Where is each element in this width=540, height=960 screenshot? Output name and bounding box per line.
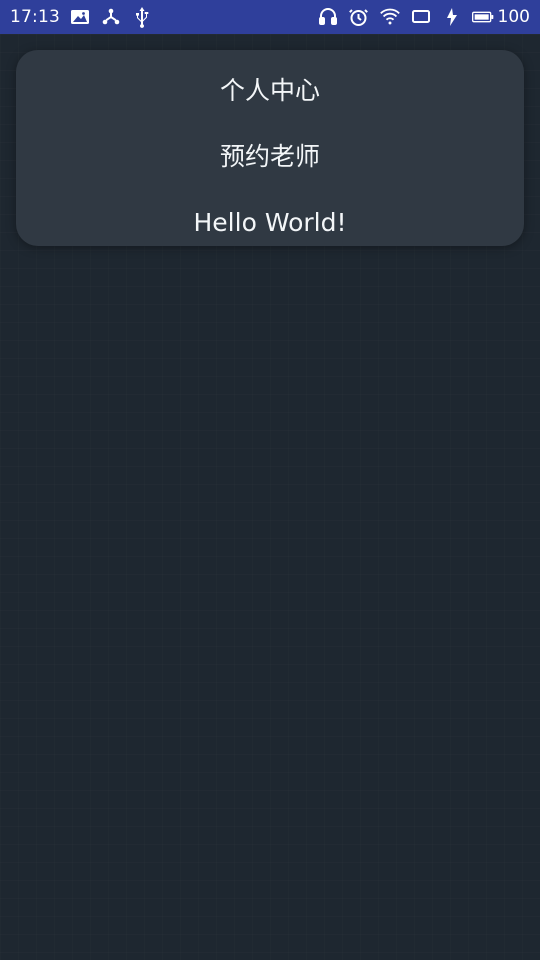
menu-item-profile-center[interactable]: 个人中心 (16, 78, 524, 103)
usb-icon (131, 6, 153, 28)
status-time: 17:13 (10, 7, 60, 27)
menu-item-label: 预约老师 (219, 142, 320, 171)
wifi-icon (379, 6, 401, 28)
popup-menu: 个人中心 预约老师 Hello World! (16, 50, 524, 246)
menu-item-hello-world[interactable]: Hello World! (16, 210, 524, 235)
menu-item-label: 个人中心 (219, 76, 320, 105)
menu-item-book-teacher[interactable]: 预约老师 (16, 144, 524, 169)
share-icon (100, 6, 122, 28)
battery-indicator: 100 (471, 6, 530, 28)
cast-icon (410, 6, 432, 28)
status-right: 100 (317, 6, 530, 28)
battery-level: 100 (497, 7, 530, 27)
charging-icon (441, 6, 463, 28)
status-left: 17:13 (10, 6, 153, 28)
image-icon (69, 6, 91, 28)
status-bar: 17:13 100 (0, 0, 540, 34)
alarm-icon (348, 6, 370, 28)
menu-item-label: Hello World! (193, 208, 347, 237)
battery-icon (471, 6, 494, 28)
headphones-icon (317, 6, 339, 28)
